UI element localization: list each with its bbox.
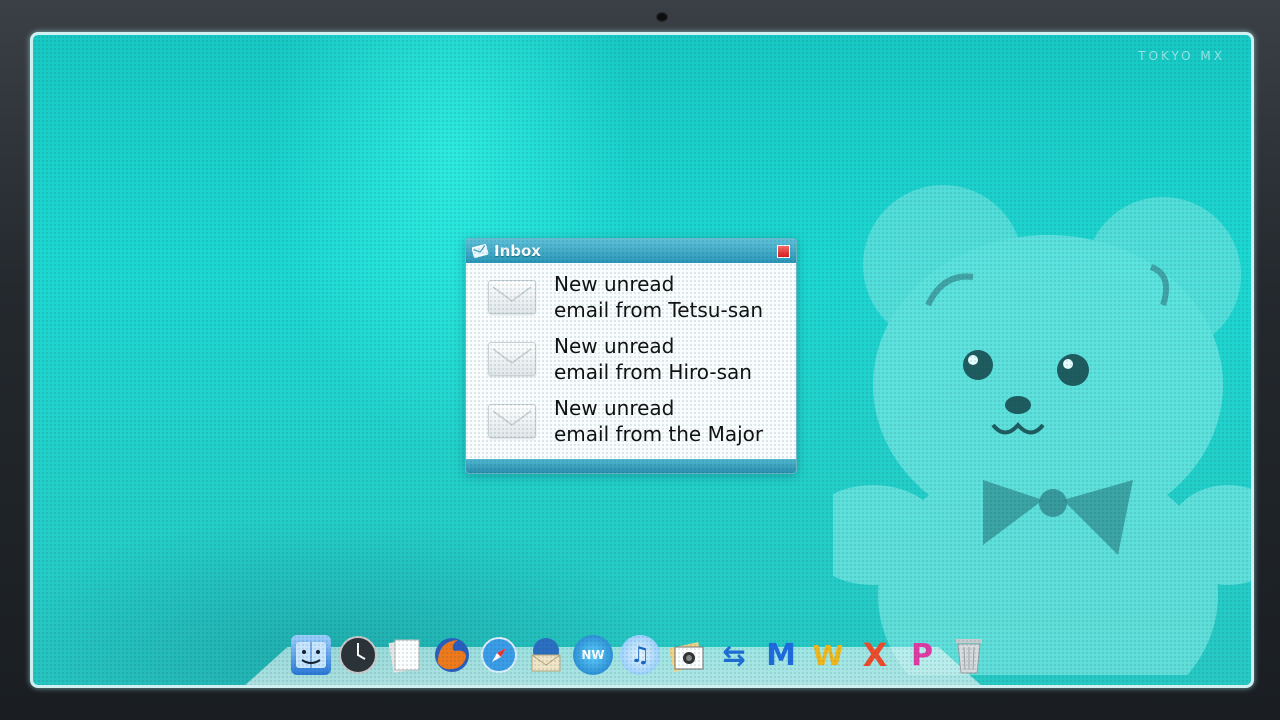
message-line-1: New unread (554, 272, 675, 296)
message-text: New unread email from the Major (554, 395, 763, 447)
x-app-icon[interactable]: X (855, 635, 895, 675)
broadcast-watermark: TOKYO MX (1138, 49, 1225, 63)
m-app-icon[interactable]: M (761, 635, 801, 675)
teddy-bear-wallpaper (833, 185, 1251, 675)
envelope-icon (488, 404, 536, 438)
message-line-1: New unread (554, 334, 675, 358)
message-line-2: email from Hiro-san (554, 360, 752, 384)
message-line-2: email from Tetsu-san (554, 298, 764, 322)
desktop: TOKYO MX Inbox New unread email from Tet… (33, 35, 1251, 685)
dock: NW ♫ ⇆ M W X P (291, 631, 989, 675)
message-text: New unread email from Tetsu-san (554, 271, 763, 323)
message-text: New unread email from Hiro-san (554, 333, 752, 385)
inbox-status-bar (466, 459, 796, 473)
blue-app-icon[interactable]: ⇆ (714, 635, 754, 675)
inbox-message-item[interactable]: New unread email from the Major (466, 390, 796, 452)
screen-frame: TOKYO MX Inbox New unread email from Tet… (30, 32, 1254, 688)
safari-icon[interactable] (479, 635, 519, 675)
webcam-icon (656, 12, 668, 22)
finder-icon[interactable] (291, 635, 331, 675)
inbox-message-item[interactable]: New unread email from Tetsu-san (466, 266, 796, 328)
envelope-icon (488, 280, 536, 314)
message-line-2: email from the Major (554, 422, 764, 446)
monitor-bezel: TOKYO MX Inbox New unread email from Tet… (0, 0, 1280, 720)
documents-icon[interactable] (385, 635, 425, 675)
itunes-icon[interactable]: ♫ (620, 635, 660, 675)
w-app-icon[interactable]: W (808, 635, 848, 675)
inbox-window[interactable]: Inbox New unread email from Tetsu-san Ne… (465, 238, 797, 474)
inbox-message-list: New unread email from Tetsu-san New unre… (466, 263, 796, 459)
nw-app-icon[interactable]: NW (573, 635, 613, 675)
inbox-titlebar[interactable]: Inbox (466, 239, 796, 263)
trash-icon[interactable] (949, 635, 989, 675)
mail-icon (472, 244, 489, 258)
p-app-icon[interactable]: P (902, 635, 942, 675)
inbox-message-item[interactable]: New unread email from Hiro-san (466, 328, 796, 390)
envelope-icon (488, 342, 536, 376)
message-line-1: New unread (554, 396, 675, 420)
inbox-title: Inbox (494, 242, 541, 260)
clock-icon[interactable] (338, 635, 378, 675)
mail-app-icon[interactable] (526, 635, 566, 675)
photos-icon[interactable] (667, 635, 707, 675)
firefox-icon[interactable] (432, 635, 472, 675)
close-icon[interactable] (777, 244, 790, 258)
